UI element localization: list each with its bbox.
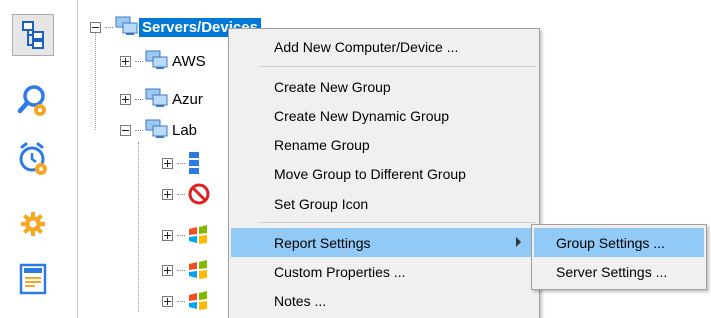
expand-icon[interactable]	[162, 229, 173, 241]
context-menu: Add New Computer/Device ... Create New G…	[228, 28, 540, 318]
tree-icon	[22, 21, 44, 49]
menu-item-label: Rename Group	[274, 136, 370, 153]
submenu-arrow-icon	[516, 237, 521, 247]
expand-icon[interactable]	[120, 93, 131, 105]
menu-item-add-device[interactable]: Add New Computer/Device ...	[231, 32, 537, 61]
expand-icon[interactable]	[162, 264, 173, 276]
submenu-item-group-settings[interactable]: Group Settings ...	[534, 228, 704, 257]
menu-item-label: Notes ...	[274, 292, 327, 309]
menu-item-label: Create New Group	[274, 78, 391, 95]
alarm-clock-icon	[19, 142, 47, 175]
tree-view-button[interactable]	[12, 14, 54, 56]
tree-node-label: AWS	[172, 52, 206, 70]
tree-node-lab[interactable]: Lab	[120, 117, 200, 143]
schedule-button[interactable]	[12, 138, 54, 180]
menu-item-label: Move Group to Different Group	[274, 165, 466, 182]
gear-icon	[21, 212, 45, 236]
submenu-item-server-settings[interactable]: Server Settings ...	[534, 257, 704, 286]
menu-item-label: Group Settings ...	[556, 234, 665, 251]
menu-item-notes[interactable]: Notes ...	[231, 286, 537, 315]
menu-item-move-group[interactable]: Move Group to Different Group	[231, 159, 537, 188]
computer-group-icon	[145, 50, 168, 69]
menu-item-create-group[interactable]: Create New Group	[231, 72, 537, 101]
menu-item-custom-properties[interactable]: Custom Properties ...	[231, 257, 537, 286]
magnifier-icon	[17, 85, 46, 116]
collapse-icon[interactable]	[120, 124, 131, 136]
tree-node-lab-child-2[interactable]	[162, 181, 211, 207]
tree-node-lab-child-4[interactable]	[162, 257, 209, 283]
tree-node-aws[interactable]: AWS	[120, 48, 209, 74]
windows-logo-icon	[189, 291, 207, 310]
expand-icon[interactable]	[162, 157, 173, 169]
sidebar-toolbar	[0, 0, 78, 318]
server-stack-icon	[189, 152, 199, 174]
menu-item-set-group-icon[interactable]: Set Group Icon	[231, 189, 537, 218]
no-entry-icon	[188, 183, 210, 205]
search-button[interactable]	[12, 80, 54, 122]
expand-icon[interactable]	[162, 295, 173, 307]
news-report-icon	[19, 263, 47, 295]
tree-node-label: Lab	[172, 121, 198, 139]
menu-item-label: Set Group Icon	[274, 195, 369, 212]
menu-item-label: Custom Properties ...	[274, 263, 406, 280]
menu-item-label: Server Settings ...	[556, 263, 668, 280]
menu-item-create-dynamic-group[interactable]: Create New Dynamic Group	[231, 101, 537, 130]
settings-button[interactable]	[12, 203, 54, 245]
menu-item-report-settings[interactable]: Report Settings	[231, 228, 537, 257]
computer-group-icon	[145, 119, 168, 138]
menu-separator	[259, 66, 535, 67]
computer-group-icon	[115, 16, 138, 35]
menu-item-label: Add New Computer/Device ...	[274, 38, 459, 55]
menu-separator	[259, 222, 535, 223]
tree-node-label: Azur	[172, 90, 203, 108]
expand-icon[interactable]	[120, 55, 131, 67]
report-settings-submenu: Group Settings ... Server Settings ...	[531, 224, 707, 290]
menu-item-rename-group[interactable]: Rename Group	[231, 130, 537, 159]
tree-node-lab-child-1[interactable]	[162, 150, 201, 176]
reports-button[interactable]	[12, 258, 54, 300]
tree-node-lab-child-5[interactable]	[162, 288, 209, 314]
tree-node-lab-child-3[interactable]	[162, 222, 209, 248]
windows-logo-icon	[189, 260, 207, 279]
tree-node-azure[interactable]: Azur	[120, 86, 206, 112]
collapse-icon[interactable]	[90, 21, 101, 33]
expand-icon[interactable]	[162, 188, 173, 200]
computer-group-icon	[145, 88, 168, 107]
menu-item-label: Create New Dynamic Group	[274, 107, 450, 124]
windows-logo-icon	[189, 225, 207, 244]
menu-item-label: Report Settings	[274, 234, 371, 251]
